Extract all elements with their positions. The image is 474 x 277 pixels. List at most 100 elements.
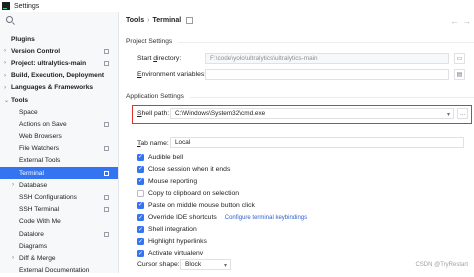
chevron-right-icon[interactable]: › bbox=[12, 182, 14, 188]
sidebar-item[interactable]: › Version Control bbox=[0, 45, 118, 57]
project-level-icon bbox=[104, 231, 109, 237]
search-icon bbox=[6, 16, 13, 23]
sidebar-item-label: Project: ultralytics-main bbox=[11, 59, 87, 67]
sidebar-item-label: External Documentation bbox=[19, 267, 90, 275]
sidebar-item[interactable]: SSH Configurations bbox=[0, 191, 118, 203]
sidebar-item[interactable]: ⌄ Tools bbox=[0, 94, 118, 106]
shell-path-combobox[interactable]: C:\Windows\System32\cmd.exe ▾ bbox=[170, 108, 454, 119]
project-level-icon bbox=[104, 48, 109, 54]
sidebar-item[interactable]: Actions on Save bbox=[0, 118, 118, 130]
checkbox-checked[interactable]: ✓ bbox=[137, 177, 144, 185]
search-field[interactable] bbox=[0, 14, 118, 25]
configure-keybindings-link[interactable]: Configure terminal keybindings bbox=[225, 215, 307, 221]
start-directory-value: F:\code\yolo\ultralytics\ultralytics-mai… bbox=[210, 55, 318, 62]
option-row[interactable]: ✓ Close session when it ends bbox=[137, 164, 230, 174]
checkbox-checked[interactable]: ✓ bbox=[137, 238, 144, 246]
tab-name-value: Local bbox=[175, 139, 191, 146]
project-scope-icon bbox=[186, 17, 194, 24]
sidebar-item-label: SSH Terminal bbox=[19, 206, 60, 214]
sidebar-item-label: Build, Execution, Deployment bbox=[11, 72, 105, 80]
checkbox-checked[interactable]: ✓ bbox=[137, 214, 144, 221]
checkbox-checked[interactable]: ✓ bbox=[137, 226, 144, 234]
checkbox-checked[interactable]: ✓ bbox=[137, 201, 144, 209]
start-directory-field[interactable]: F:\code\yolo\ultralytics\ultralytics-mai… bbox=[205, 53, 449, 64]
project-level-icon bbox=[104, 121, 109, 127]
chevron-down-icon[interactable]: ⌄ bbox=[4, 97, 9, 104]
sidebar-item-label: Tools bbox=[11, 96, 29, 104]
sidebar-item-label: Diff & Merge bbox=[19, 254, 56, 262]
option-row[interactable]: ✓ Shell integration bbox=[137, 225, 197, 235]
option-label: Shell integration bbox=[148, 226, 197, 234]
option-row[interactable]: ✓ Audible bell bbox=[137, 152, 183, 162]
chevron-down-icon[interactable]: ▾ bbox=[447, 111, 450, 118]
breadcrumb-parent[interactable]: Tools bbox=[126, 17, 144, 24]
option-label: Mouse reporting bbox=[148, 177, 198, 185]
sidebar-item-label: Web Browsers bbox=[19, 133, 62, 141]
cursor-shape-select[interactable]: Block ▾ bbox=[180, 259, 231, 270]
tab-name-field[interactable]: Local bbox=[170, 137, 464, 148]
settings-content: Tools › Terminal ← → Project Settings St… bbox=[119, 12, 474, 273]
sidebar-item[interactable]: External Documentation bbox=[0, 265, 118, 277]
project-level-icon bbox=[104, 146, 109, 152]
option-row[interactable]: ✓ Highlight hyperlinks bbox=[137, 237, 207, 247]
tab-name-label: Tab name: bbox=[137, 140, 169, 147]
sidebar-item[interactable]: › Diff & Merge bbox=[0, 252, 118, 264]
back-arrow-icon[interactable]: ← bbox=[450, 16, 459, 26]
chevron-right-icon[interactable]: › bbox=[12, 255, 14, 261]
sidebar-item[interactable]: Plugins bbox=[0, 33, 118, 45]
option-label: Override IDE shortcuts bbox=[148, 214, 217, 221]
sidebar-item[interactable]: Code With Me bbox=[0, 216, 118, 228]
sidebar-item[interactable]: External Tools bbox=[0, 155, 118, 167]
app-icon bbox=[2, 2, 10, 10]
option-row[interactable]: ✓ Override IDE shortcuts Configure termina… bbox=[137, 213, 307, 223]
sidebar-item[interactable]: File Watchers bbox=[0, 143, 118, 155]
project-settings-header: Project Settings bbox=[126, 38, 474, 45]
sidebar-item[interactable]: SSH Terminal bbox=[0, 204, 118, 216]
forward-arrow-icon[interactable]: → bbox=[462, 16, 471, 26]
sidebar-item[interactable]: Terminal bbox=[0, 167, 118, 180]
sidebar-item-label: Plugins bbox=[11, 35, 35, 43]
environment-variables-label: Environment variables: bbox=[137, 71, 207, 78]
option-row[interactable]: Copy to clipboard on selection bbox=[137, 188, 239, 198]
start-directory-label: Start directory: bbox=[137, 55, 182, 62]
browse-shell-label: ... bbox=[459, 110, 465, 117]
sidebar-item-label: Version Control bbox=[11, 47, 61, 55]
sidebar-item-label: Languages & Frameworks bbox=[11, 84, 94, 92]
chevron-right-icon[interactable]: › bbox=[4, 60, 6, 66]
shell-path-label: Shell path: bbox=[137, 110, 170, 117]
browse-folder-icon[interactable]: ▭ bbox=[454, 53, 465, 64]
option-label: Audible bell bbox=[148, 153, 184, 161]
environment-variables-field[interactable] bbox=[205, 69, 449, 80]
option-row[interactable]: ✓ Activate virtualenv bbox=[137, 249, 203, 259]
option-row[interactable]: ✓ Mouse reporting bbox=[137, 176, 197, 186]
sidebar-item[interactable]: Diagrams bbox=[0, 240, 118, 252]
option-label: Paste on middle mouse button click bbox=[148, 201, 255, 209]
sidebar-item[interactable]: › Project: ultralytics-main bbox=[0, 57, 118, 69]
project-level-icon bbox=[104, 170, 109, 176]
sidebar-item[interactable]: Datalore bbox=[0, 228, 118, 240]
watermark: CSDN @TryRestart bbox=[415, 262, 468, 268]
sidebar-item-label: Code With Me bbox=[19, 218, 61, 226]
sidebar-item-label: SSH Configurations bbox=[19, 194, 77, 202]
sidebar-item[interactable]: Web Browsers bbox=[0, 131, 118, 143]
edit-environment-icon[interactable]: ▤ bbox=[454, 69, 465, 80]
checkbox-unchecked[interactable] bbox=[137, 189, 144, 197]
browse-shell-button[interactable]: ... bbox=[457, 108, 468, 119]
breadcrumb-separator: › bbox=[147, 17, 150, 24]
sidebar-item[interactable]: Space bbox=[0, 106, 118, 118]
sidebar-item-label: External Tools bbox=[19, 157, 61, 165]
breadcrumb-current: Terminal bbox=[152, 17, 182, 24]
chevron-right-icon[interactable]: › bbox=[4, 85, 6, 91]
settings-tree: Plugins › Version Control › Project: ultraly… bbox=[0, 33, 118, 277]
checkbox-checked[interactable]: ✓ bbox=[137, 250, 144, 258]
chevron-right-icon[interactable]: › bbox=[4, 73, 6, 79]
option-row[interactable]: ✓ Paste on middle mouse button click bbox=[137, 200, 255, 210]
cursor-shape-label: Cursor shape: bbox=[137, 261, 180, 268]
checkbox-checked[interactable]: ✓ bbox=[137, 165, 144, 173]
sidebar-item[interactable]: › Build, Execution, Deployment bbox=[0, 70, 118, 82]
chevron-down-icon: ▾ bbox=[223, 263, 227, 269]
checkbox-checked[interactable]: ✓ bbox=[137, 153, 144, 161]
chevron-right-icon[interactable]: › bbox=[4, 48, 6, 54]
sidebar-item[interactable]: › Languages & Frameworks bbox=[0, 82, 118, 94]
sidebar-item[interactable]: › Database bbox=[0, 179, 118, 191]
